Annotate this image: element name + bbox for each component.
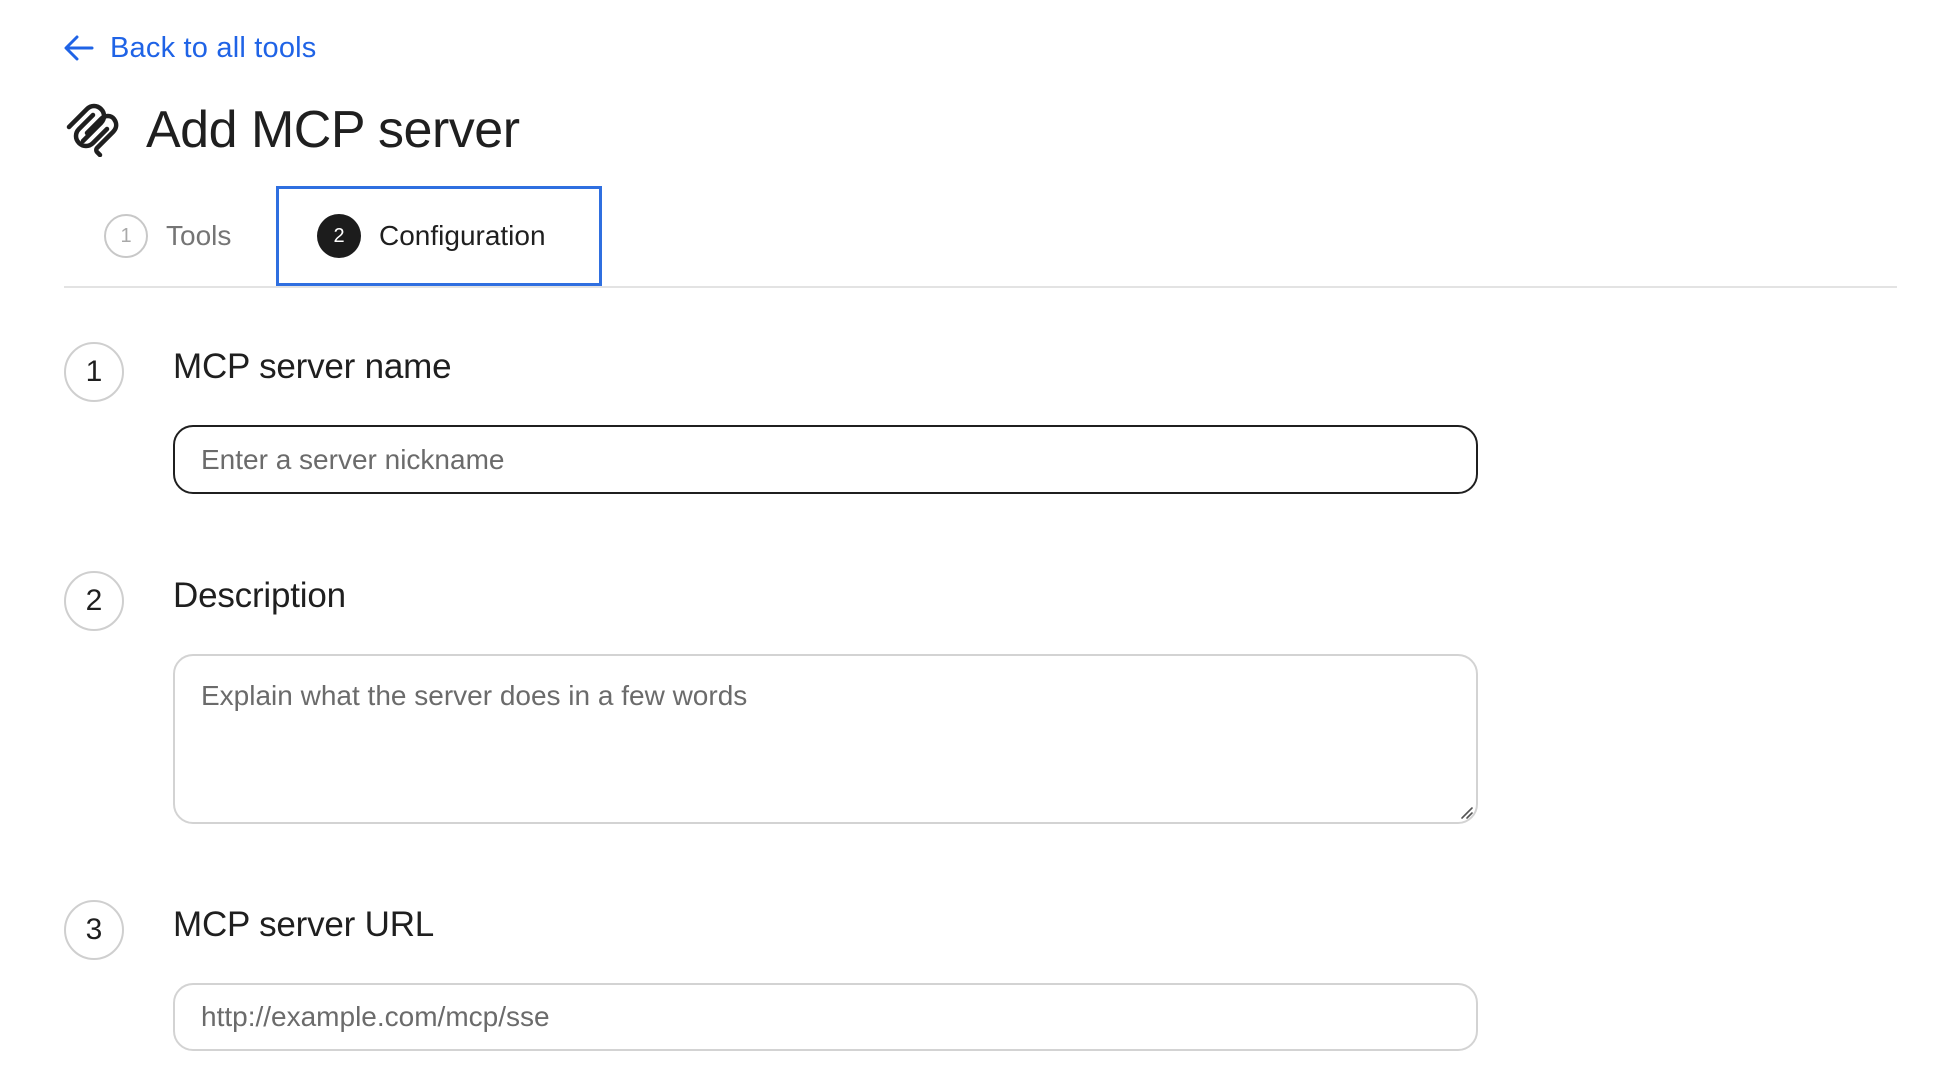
- stepper-tabs: 1 Tools 2 Configuration: [64, 186, 1897, 288]
- tab-tools[interactable]: 1 Tools: [104, 186, 284, 286]
- page-header: Add MCP server: [64, 95, 520, 165]
- tab-tools-label: Tools: [166, 220, 232, 251]
- step-number-badge: 1: [64, 342, 124, 402]
- step-number-badge: 2: [64, 571, 124, 631]
- step-heading: MCP server URL: [173, 905, 435, 944]
- back-to-all-tools-link[interactable]: Back to all tools: [62, 28, 317, 68]
- page-title: Add MCP server: [146, 101, 520, 159]
- tab-configuration[interactable]: 2 Configuration: [276, 186, 602, 286]
- server-name-input[interactable]: [173, 425, 1478, 494]
- tab-configuration-label: Configuration: [379, 220, 546, 251]
- description-textarea[interactable]: [173, 654, 1478, 824]
- step-heading: MCP server name: [173, 347, 452, 386]
- server-url-input[interactable]: [173, 983, 1478, 1051]
- tab-configuration-number: 2: [317, 214, 361, 258]
- tab-tools-number: 1: [104, 214, 148, 258]
- resize-handle-icon[interactable]: [1458, 804, 1474, 820]
- step-heading: Description: [173, 576, 346, 615]
- mcp-logo-icon: [64, 102, 120, 158]
- arrow-left-icon: [62, 31, 96, 65]
- step-number-badge: 3: [64, 900, 124, 960]
- back-link-label: Back to all tools: [110, 31, 317, 64]
- add-mcp-server-page: Back to all tools Add MCP server 1 Tools…: [0, 0, 1942, 1090]
